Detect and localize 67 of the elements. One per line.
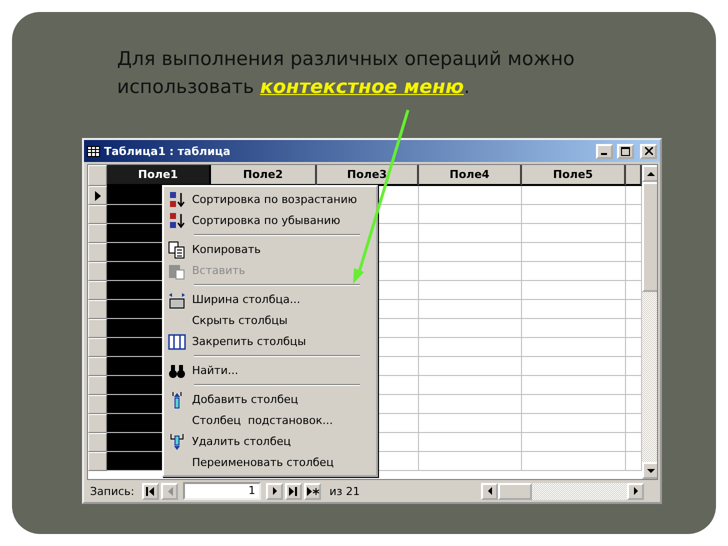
column-header[interactable]: Поле2 (211, 165, 317, 186)
window-title: Таблица1 : таблица (104, 144, 232, 158)
new-record-button[interactable] (304, 482, 322, 500)
menu-item[interactable]: Найти... (166, 360, 374, 381)
table-cell (626, 224, 642, 243)
horizontal-scrollbar[interactable] (481, 482, 644, 500)
row-selector[interactable] (88, 186, 107, 205)
column-header[interactable]: Поле5 (522, 165, 626, 186)
sort-ascending-icon (168, 190, 186, 208)
column-header[interactable]: Поле4 (419, 165, 522, 186)
column-header[interactable]: Поле1 (107, 165, 211, 186)
record-count: из 21 (329, 484, 361, 498)
last-icon (289, 486, 298, 496)
table-cell (626, 319, 642, 338)
vertical-scrollbar[interactable] (642, 165, 657, 479)
scroll-up-button[interactable] (642, 165, 657, 182)
first-record-button[interactable] (142, 482, 160, 500)
close-button[interactable] (640, 144, 657, 158)
sort-descending-icon (168, 212, 186, 230)
delete-column-icon (168, 432, 186, 450)
menu-item[interactable]: Сортировка по возрастанию (166, 189, 374, 210)
close-icon (644, 147, 652, 155)
freeze-columns-icon (168, 332, 186, 350)
slide-text: Для выполнения различных операций можно использовать контекстное меню. (117, 47, 576, 100)
last-record-button[interactable] (285, 482, 302, 500)
maximize-icon (621, 146, 630, 156)
table-cell (626, 262, 642, 281)
horizontal-thumb[interactable] (498, 482, 532, 500)
table-cell (626, 243, 642, 262)
column-width-icon (168, 290, 186, 308)
menu-item[interactable]: Ширина столбца... (166, 289, 374, 310)
table-cell (626, 338, 642, 357)
table-cell (626, 357, 642, 376)
column-header[interactable] (626, 165, 642, 186)
table-cell (626, 186, 642, 205)
first-icon (146, 486, 156, 496)
table-cell (626, 414, 642, 433)
menu-item[interactable]: Столбец подстановок... (166, 410, 374, 431)
scroll-thumb[interactable] (642, 182, 657, 292)
scroll-right-button[interactable] (627, 482, 644, 500)
menu-item[interactable]: Копировать (166, 239, 374, 260)
table-cell (626, 205, 642, 224)
menu-item[interactable]: Добавить столбец (166, 389, 374, 410)
copy-icon (168, 240, 186, 258)
previous-icon (166, 486, 173, 496)
menu-item[interactable]: Сортировка по убыванию (166, 210, 374, 231)
record-number-field[interactable]: 1 (183, 482, 262, 500)
table-cell (626, 433, 642, 452)
scroll-down-button[interactable] (642, 462, 657, 479)
menu-item[interactable]: Переименовать столбец (166, 452, 374, 473)
new-record-icon (306, 486, 319, 496)
menu-item[interactable]: Скрыть столбцы (166, 310, 374, 331)
minimize-button[interactable] (596, 144, 613, 158)
table-cell (626, 300, 642, 319)
table-cell (626, 376, 642, 395)
table-cell (626, 452, 642, 471)
scroll-left-button[interactable] (481, 482, 498, 500)
next-record-button[interactable] (266, 482, 284, 500)
record-label: Запись: (90, 484, 134, 498)
column-header[interactable]: Поле3 (317, 165, 419, 186)
menu-item[interactable]: Закрепить столбцы (166, 331, 374, 352)
menu-item[interactable]: Удалить столбец (166, 431, 374, 452)
maximize-button[interactable] (617, 144, 634, 158)
current-record-icon (94, 190, 100, 200)
table-cell (626, 395, 642, 414)
table-icon (87, 146, 100, 156)
table-cell (626, 281, 642, 300)
